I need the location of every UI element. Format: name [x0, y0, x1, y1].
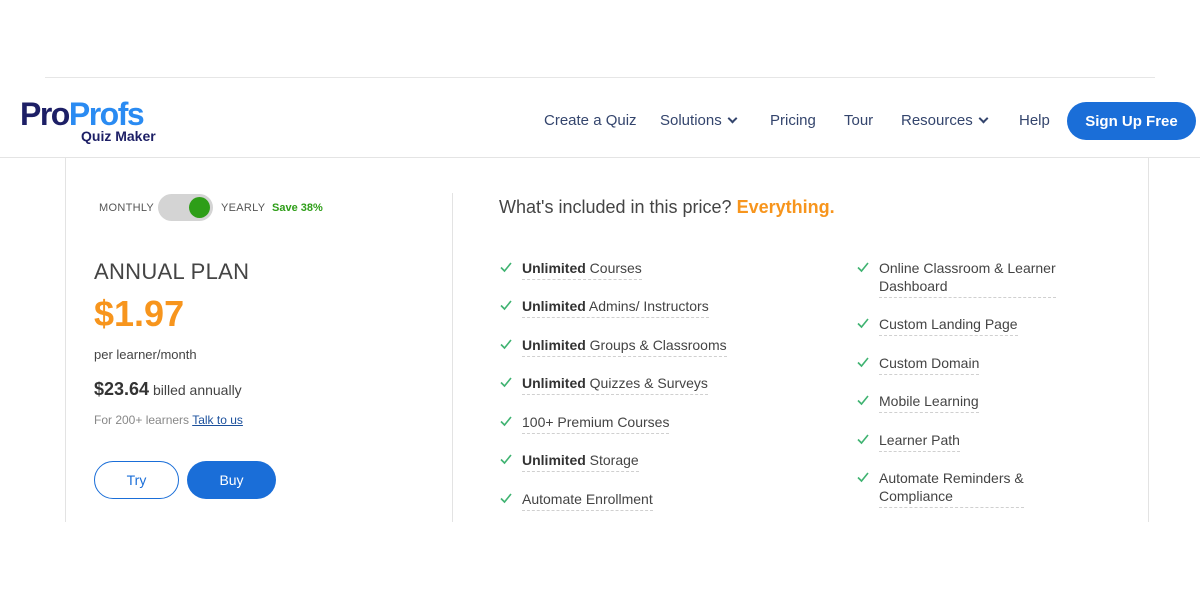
check-icon: [500, 300, 512, 311]
check-icon: [857, 318, 869, 329]
feature-label: Unlimited Courses: [522, 259, 642, 280]
feature-item: 100+ Premium Courses: [499, 413, 670, 434]
plan-name: ANNUAL PLAN: [94, 259, 250, 284]
sign-up-free-button[interactable]: Sign Up Free: [1067, 102, 1196, 140]
card-border-right: [1148, 158, 1149, 522]
check-icon: [500, 262, 512, 273]
card-border-left: [65, 158, 66, 522]
feature-item: Online Classroom & Learner Dashboard: [856, 259, 1056, 298]
billed-amount: $23.64: [94, 379, 150, 399]
buy-button[interactable]: Buy: [187, 461, 276, 499]
feature-item: Custom Domain: [856, 354, 980, 375]
included-heading: What's included in this price? Everythin…: [499, 197, 835, 218]
talk-to-us-link[interactable]: Talk to us: [192, 413, 243, 427]
nav-tour[interactable]: Tour: [844, 112, 873, 129]
pricing-divider: [452, 193, 453, 522]
check-icon: [500, 416, 512, 427]
nav-pricing[interactable]: Pricing: [770, 112, 816, 129]
feature-label: Unlimited Groups & Classrooms: [522, 336, 727, 357]
included-heading-accent: Everything.: [736, 197, 835, 217]
check-icon: [857, 472, 869, 483]
navbar: ProProfs Quiz Maker Create a Quiz Soluti…: [0, 84, 1200, 158]
nav-resources-label: Resources: [901, 112, 973, 129]
feature-item: Unlimited Storage: [499, 451, 639, 472]
nav-tour-label: Tour: [844, 112, 874, 129]
logo-pro: Pro: [20, 96, 70, 132]
feature-label: Unlimited Storage: [522, 451, 639, 472]
nav-solutions-label: Solutions: [660, 112, 722, 129]
feature-label: Learner Path: [879, 431, 960, 452]
feature-item: Automate Reminders & Compliance: [856, 469, 1024, 508]
nav-solutions[interactable]: Solutions: [660, 112, 738, 129]
nav-pricing-label: Pricing: [770, 112, 816, 129]
learners-note: For 200+ learners Talk to us: [94, 413, 243, 427]
price-unit: per learner/month: [94, 347, 197, 362]
feature-item: Mobile Learning: [856, 392, 979, 413]
feature-item: Automate Enrollment: [499, 490, 653, 511]
check-icon: [500, 493, 512, 504]
feature-item: Custom Landing Page: [856, 315, 1018, 336]
check-icon: [500, 339, 512, 350]
toggle-knob: [189, 197, 210, 218]
logo-profs: Profs: [68, 96, 145, 132]
feature-item: Learner Path: [856, 431, 960, 452]
feature-item: Unlimited Quizzes & Surveys: [499, 374, 708, 395]
billed-annually: $23.64 billed annually: [94, 379, 242, 400]
try-button[interactable]: Try: [94, 461, 179, 499]
chevron-down-icon: [727, 113, 738, 124]
feature-item: Unlimited Courses: [499, 259, 642, 280]
proprofs-logo[interactable]: ProProfs Quiz Maker: [20, 96, 156, 144]
toggle-monthly-label[interactable]: MONTHLY: [99, 202, 154, 214]
feature-label: 100+ Premium Courses: [522, 413, 670, 434]
feature-label: Unlimited Quizzes & Surveys: [522, 374, 708, 395]
included-heading-text: What's included in this price?: [499, 197, 732, 217]
learners-text: For 200+ learners: [94, 413, 190, 427]
feature-label: Automate Enrollment: [522, 490, 653, 511]
nav-resources[interactable]: Resources: [901, 112, 989, 129]
check-icon: [500, 454, 512, 465]
feature-label: Unlimited Admins/ Instructors: [522, 297, 709, 318]
feature-label: Custom Domain: [879, 354, 980, 375]
feature-label: Online Classroom & Learner Dashboard: [879, 259, 1056, 298]
check-icon: [857, 395, 869, 406]
chevron-down-icon: [978, 113, 989, 124]
billing-toggle[interactable]: [158, 194, 213, 221]
nav-create-quiz[interactable]: Create a Quiz: [544, 112, 637, 129]
check-icon: [500, 377, 512, 388]
feature-label: Mobile Learning: [879, 392, 979, 413]
check-icon: [857, 262, 869, 273]
check-icon: [857, 357, 869, 368]
toggle-yearly-label[interactable]: YEARLY: [221, 202, 265, 214]
nav-create-quiz-label: Create a Quiz: [544, 112, 637, 129]
nav-help-label: Help: [1019, 112, 1050, 129]
logo-wordmark: ProProfs: [20, 96, 145, 132]
top-rule: [45, 77, 1155, 78]
check-icon: [857, 434, 869, 445]
feature-item: Unlimited Groups & Classrooms: [499, 336, 727, 357]
feature-label: Custom Landing Page: [879, 315, 1018, 336]
feature-item: Unlimited Admins/ Instructors: [499, 297, 709, 318]
nav-help[interactable]: Help: [1019, 112, 1050, 129]
billed-text: billed annually: [152, 382, 242, 398]
logo-subtitle: Quiz Maker: [81, 128, 156, 144]
feature-label: Automate Reminders & Compliance: [879, 469, 1024, 508]
save-badge: Save 38%: [272, 202, 323, 214]
plan-price: $1.97: [94, 293, 185, 334]
